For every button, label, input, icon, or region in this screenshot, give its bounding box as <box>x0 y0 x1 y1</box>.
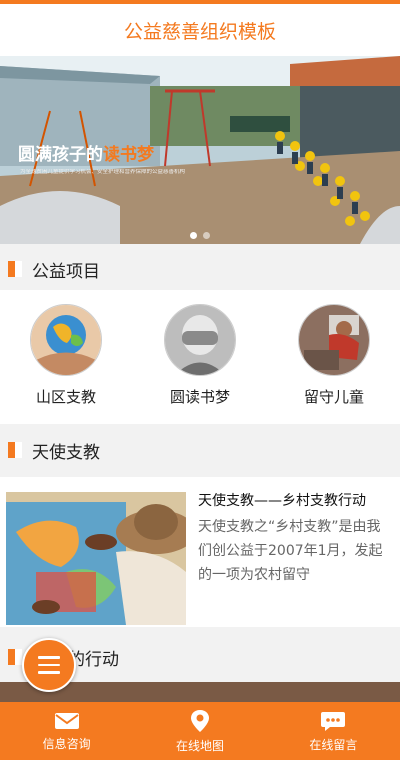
bottom-navigation: 信息咨询 在线地图 在线留言 <box>0 702 400 760</box>
hero-banner[interactable]: 圆满孩子的读书梦 为全球贫困儿童提供学习机会、安全护理和营养保障的公益慈善机构 <box>0 56 400 244</box>
project-label: 山区支教 <box>35 388 96 406</box>
nav-item-online-map[interactable]: 在线地图 <box>133 702 266 760</box>
nav-label: 信息咨询 <box>42 736 91 751</box>
project-image <box>164 304 236 376</box>
project-image <box>298 304 370 376</box>
chat-icon <box>321 711 346 731</box>
section-title: 公益项目 <box>32 261 100 282</box>
banner-subtitle: 为全球贫困儿童提供学习机会、安全护理和营养保障的公益慈善机构 <box>20 169 186 175</box>
project-label: 圆读书梦 <box>169 388 230 406</box>
pagination-dot-active[interactable] <box>190 232 197 239</box>
project-item-reading-dream[interactable]: 圆读书梦 <box>140 304 260 407</box>
projects-grid: 山区支教 圆读书梦 留守儿童 <box>0 290 400 424</box>
menu-icon <box>38 656 60 659</box>
section-title: 天使支教 <box>32 442 100 463</box>
article-image <box>6 492 186 625</box>
section-header-angel-teaching: 天使支教 <box>0 427 400 473</box>
site-header: 公益慈善组织模板 <box>0 4 400 56</box>
menu-button[interactable] <box>22 638 76 692</box>
project-item-mountain-teaching[interactable]: 山区支教 <box>6 304 126 407</box>
project-label: 留守儿童 <box>303 388 364 406</box>
nav-label: 在线地图 <box>175 738 224 753</box>
article-title[interactable]: 天使支教——乡村支教行动 <box>198 490 366 510</box>
banner-title-prefix: 圆满孩子的 <box>18 145 103 165</box>
banner-pagination <box>0 232 400 239</box>
site-title: 公益慈善组织模板 <box>123 20 276 43</box>
section-marker <box>8 649 22 665</box>
banner-title-highlight: 读书梦 <box>103 145 154 165</box>
article-excerpt: 天使支教之“乡村支教”是由我们创公益于2007年1月，发起的一项为农村留守 <box>198 519 383 583</box>
mail-icon <box>54 712 79 729</box>
nav-item-info-consult[interactable]: 信息咨询 <box>0 702 133 760</box>
menu-icon-line <box>38 671 60 674</box>
map-pin-icon <box>190 709 209 732</box>
project-item-left-behind-children[interactable]: 留守儿童 <box>274 304 394 407</box>
section-header-projects: 公益项目 <box>0 246 400 292</box>
nav-item-online-message[interactable]: 在线留言 <box>267 702 400 760</box>
pagination-dot[interactable] <box>203 232 210 239</box>
menu-icon-line <box>38 663 60 667</box>
section-marker <box>8 261 22 277</box>
nav-label: 在线留言 <box>309 737 358 752</box>
project-image <box>30 304 102 376</box>
banner-title: 圆满孩子的读书梦 <box>18 140 154 165</box>
article-card[interactable]: 天使支教——乡村支教行动 天使支教之“乡村支教”是由我们创公益于2007年1月，… <box>0 477 400 627</box>
section-marker <box>8 442 22 458</box>
